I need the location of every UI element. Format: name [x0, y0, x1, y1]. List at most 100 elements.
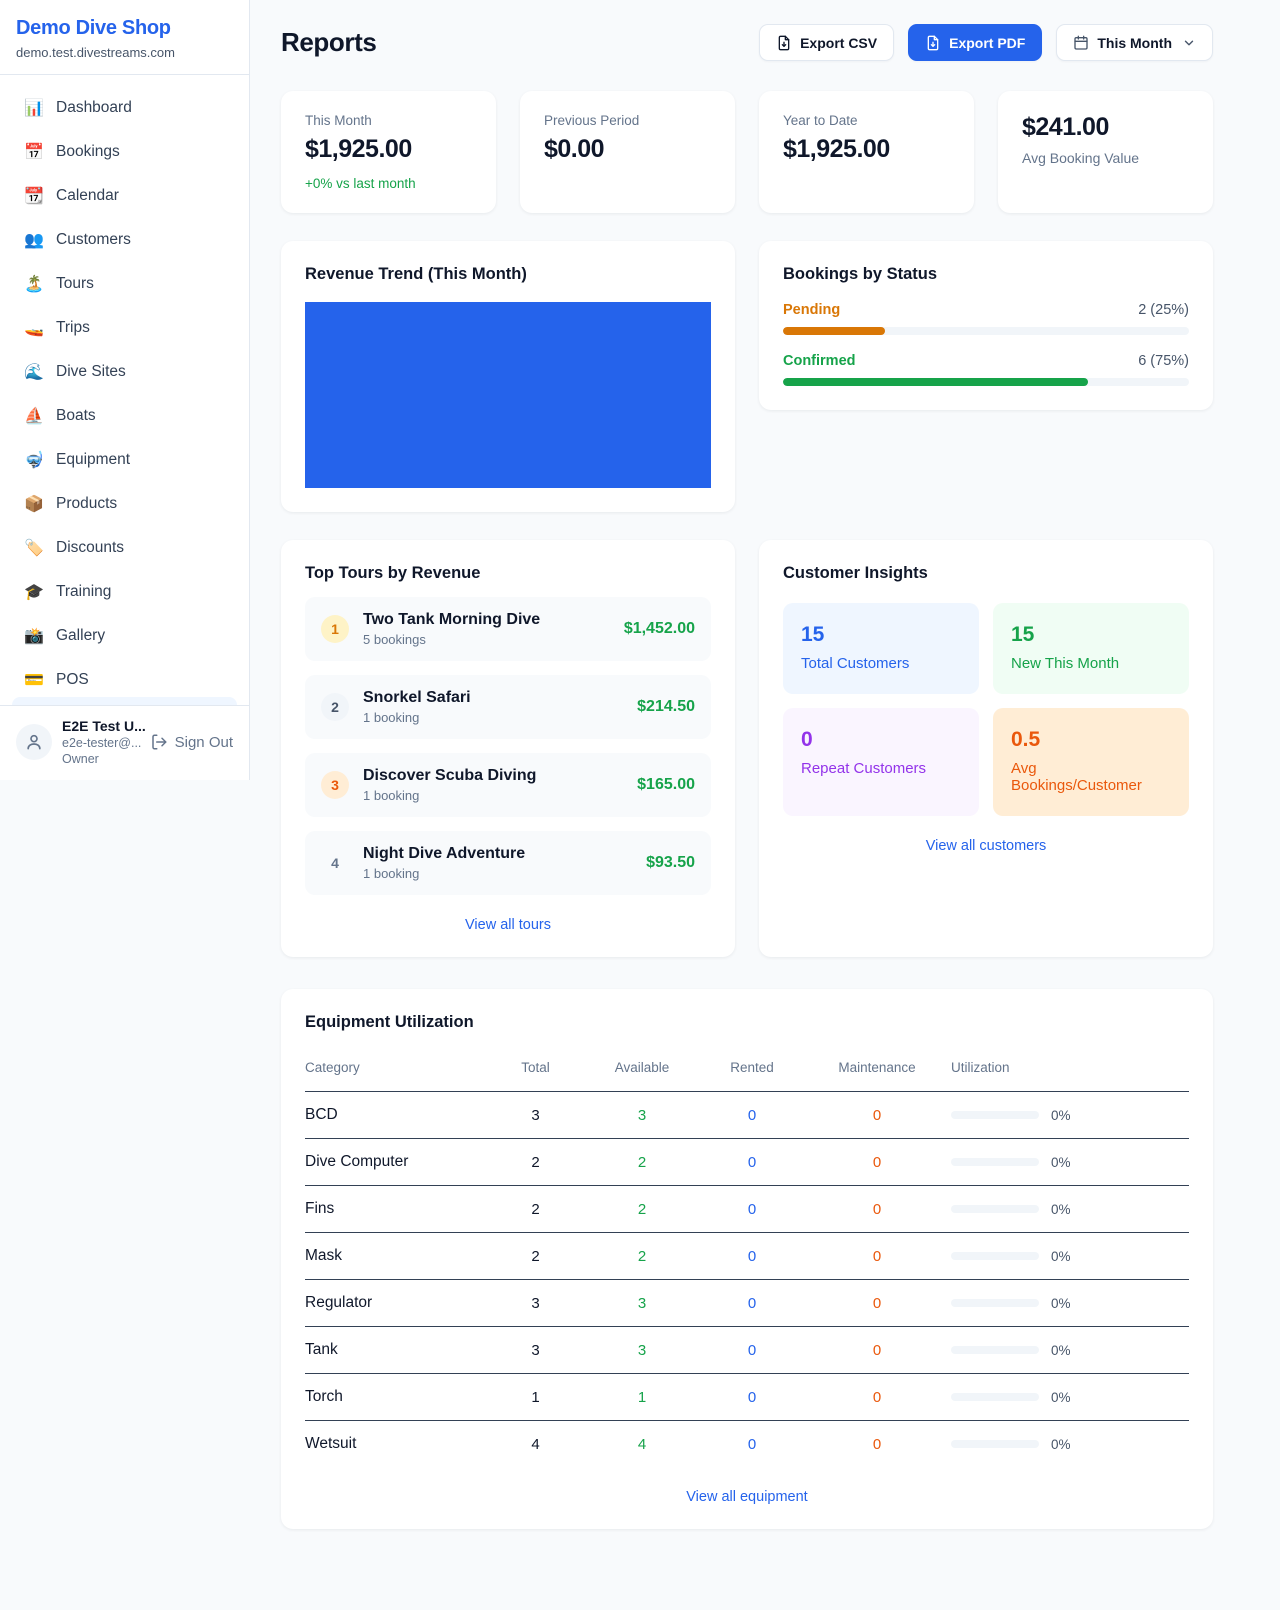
stat-value: $1,925.00: [305, 135, 472, 164]
insight-avg-bookings: 0.5 Avg Bookings/Customer: [993, 708, 1189, 816]
export-pdf-button[interactable]: Export PDF: [908, 24, 1042, 61]
utilization-percent: 0%: [1051, 1155, 1071, 1170]
export-pdf-label: Export PDF: [949, 35, 1025, 51]
brand-name[interactable]: Demo Dive Shop: [16, 17, 233, 40]
sidebar-item-products[interactable]: 📦 Products: [12, 485, 237, 522]
sidebar-item-pos[interactable]: 💳 POS: [12, 661, 237, 698]
tour-row: 2 Snorkel Safari 1 booking $214.50: [305, 675, 711, 739]
file-download-icon: [776, 35, 792, 51]
cell-category: Wetsuit: [305, 1421, 488, 1468]
cell-rented: 0: [701, 1092, 803, 1139]
sidebar-item-tours[interactable]: 🏝️ Tours: [12, 265, 237, 302]
export-csv-button[interactable]: Export CSV: [759, 24, 894, 61]
sidebar-item-boats[interactable]: ⛵ Boats: [12, 397, 237, 434]
sign-out-button[interactable]: Sign Out: [150, 733, 233, 751]
sidebar-item-trips[interactable]: 🚤 Trips: [12, 309, 237, 346]
bookings-by-status-title: Bookings by Status: [783, 265, 1189, 284]
cell-category: Fins: [305, 1186, 488, 1233]
table-row: Torch 1 1 0 0 0%: [305, 1374, 1189, 1421]
dashboard-icon: 📊: [24, 98, 44, 117]
cell-available: 3: [583, 1327, 701, 1374]
period-label: This Month: [1097, 35, 1172, 51]
insight-label: Total Customers: [801, 655, 961, 672]
graduation-cap-icon: 🎓: [24, 582, 44, 601]
tour-row: 4 Night Dive Adventure 1 booking $93.50: [305, 831, 711, 895]
cell-available: 3: [583, 1092, 701, 1139]
sidebar-item-training[interactable]: 🎓 Training: [12, 573, 237, 610]
column-header: Category: [305, 1050, 488, 1092]
stat-value: $1,925.00: [783, 135, 950, 164]
insight-label: Avg Bookings/Customer: [1011, 760, 1171, 794]
sidebar-item-calendar[interactable]: 📆 Calendar: [12, 177, 237, 214]
insight-total-customers: 15 Total Customers: [783, 603, 979, 694]
progress-fill-pending: [783, 327, 885, 335]
cell-available: 2: [583, 1139, 701, 1186]
tag-icon: 🏷️: [24, 538, 44, 557]
utilization-track: [951, 1299, 1039, 1307]
view-all-equipment-link[interactable]: View all equipment: [305, 1489, 1189, 1505]
sidebar-item-label: Equipment: [56, 451, 130, 469]
sidebar-item-bookings[interactable]: 📅 Bookings: [12, 133, 237, 170]
period-dropdown[interactable]: This Month: [1056, 24, 1213, 61]
revenue-trend-title: Revenue Trend (This Month): [305, 265, 711, 284]
equipment-utilization-card: Equipment Utilization Category Total Ava…: [281, 989, 1213, 1529]
stat-value: $241.00: [1022, 113, 1189, 142]
customer-insights-title: Customer Insights: [783, 564, 1189, 583]
cell-available: 2: [583, 1233, 701, 1280]
cell-total: 1: [488, 1374, 583, 1421]
sidebar-item-customers[interactable]: 👥 Customers: [12, 221, 237, 258]
cell-available: 2: [583, 1186, 701, 1233]
table-row: Tank 3 3 0 0 0%: [305, 1327, 1189, 1374]
sidebar-item-dive-sites[interactable]: 🌊 Dive Sites: [12, 353, 237, 390]
bookings-by-status-card: Bookings by Status Pending 2 (25%) Confi…: [759, 241, 1213, 410]
tour-bookings: 1 booking: [363, 710, 623, 725]
top-tours-card: Top Tours by Revenue 1 Two Tank Morning …: [281, 540, 735, 957]
column-header: Utilization: [951, 1050, 1189, 1092]
cell-rented: 0: [701, 1139, 803, 1186]
sidebar-item-reports-partial[interactable]: [12, 697, 237, 705]
cell-utilization: 0%: [951, 1327, 1189, 1374]
user-meta: E2E Test U... e2e-tester@... Owner: [62, 718, 140, 766]
status-label: Pending: [783, 302, 840, 318]
sidebar-item-discounts[interactable]: 🏷️ Discounts: [12, 529, 237, 566]
view-all-customers-link[interactable]: View all customers: [783, 838, 1189, 854]
sidebar-item-equipment[interactable]: 🤿 Equipment: [12, 441, 237, 478]
cell-total: 3: [488, 1327, 583, 1374]
tour-row: 1 Two Tank Morning Dive 5 bookings $1,45…: [305, 597, 711, 661]
insight-new-this-month: 15 New This Month: [993, 603, 1189, 694]
sidebar-item-label: Dive Sites: [56, 363, 126, 381]
app-root: Demo Dive Shop demo.test.divestreams.com…: [0, 0, 1280, 1577]
progress-fill-confirmed: [783, 378, 1088, 386]
cell-maintenance: 0: [803, 1092, 951, 1139]
stat-card-year-to-date: Year to Date $1,925.00: [759, 91, 974, 213]
sidebar: Demo Dive Shop demo.test.divestreams.com…: [0, 0, 250, 780]
sidebar-item-label: Customers: [56, 231, 131, 249]
table-row: Fins 2 2 0 0 0%: [305, 1186, 1189, 1233]
view-all-tours-link[interactable]: View all tours: [305, 917, 711, 933]
credit-card-icon: 💳: [24, 670, 44, 689]
package-icon: 📦: [24, 494, 44, 513]
cell-available: 4: [583, 1421, 701, 1468]
cell-rented: 0: [701, 1280, 803, 1327]
sidebar-item-label: Dashboard: [56, 99, 132, 117]
status-count: 6 (75%): [1138, 353, 1189, 369]
avatar: [16, 724, 52, 760]
tour-revenue: $214.50: [637, 698, 695, 716]
charts-row: Revenue Trend (This Month) Bookings by S…: [281, 241, 1213, 512]
insight-value: 15: [1011, 623, 1171, 647]
sign-out-icon: [150, 733, 168, 751]
cell-maintenance: 0: [803, 1374, 951, 1421]
utilization-percent: 0%: [1051, 1296, 1071, 1311]
column-header: Rented: [701, 1050, 803, 1092]
stat-label: Previous Period: [544, 113, 711, 128]
utilization-percent: 0%: [1051, 1343, 1071, 1358]
tour-bookings: 1 booking: [363, 788, 623, 803]
sidebar-item-dashboard[interactable]: 📊 Dashboard: [12, 89, 237, 126]
export-csv-label: Export CSV: [800, 35, 877, 51]
sidebar-item-gallery[interactable]: 📸 Gallery: [12, 617, 237, 654]
insight-label: New This Month: [1011, 655, 1171, 672]
utilization-track: [951, 1440, 1039, 1448]
calendar-icon: [1073, 35, 1089, 51]
utilization-percent: 0%: [1051, 1249, 1071, 1264]
cell-maintenance: 0: [803, 1186, 951, 1233]
